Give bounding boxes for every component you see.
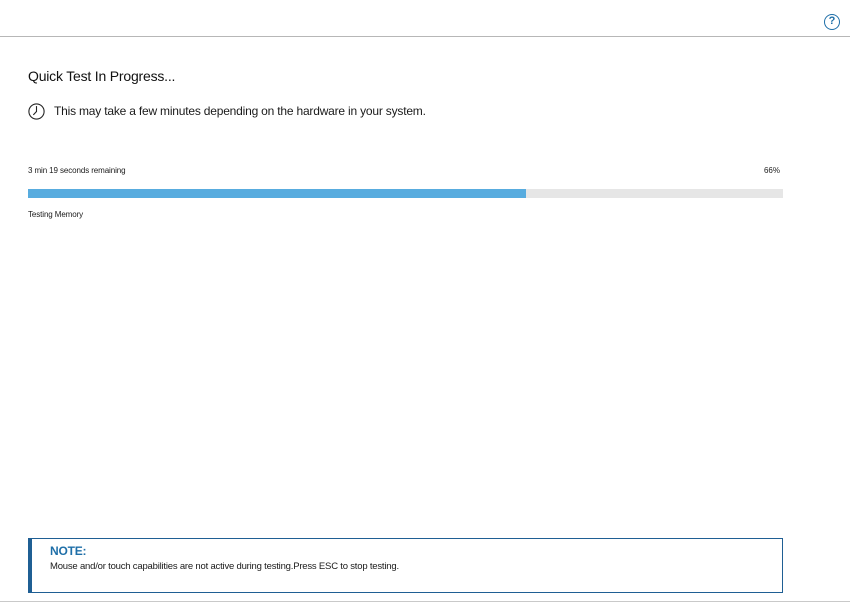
header-bar: ?: [0, 0, 850, 37]
clock-icon: [28, 103, 45, 120]
note-box: NOTE: Mouse and/or touch capabilities ar…: [28, 538, 783, 593]
bottom-divider: [0, 601, 850, 602]
progress-percent-label: 66%: [763, 166, 780, 175]
page-title: Quick Test In Progress...: [28, 68, 176, 84]
time-remaining-label: 3 min 19 seconds remaining: [28, 166, 126, 175]
note-title: NOTE:: [50, 544, 87, 558]
current-test-label: Testing Memory: [28, 210, 84, 219]
progress-bar-fill: [28, 189, 527, 198]
diagnostics-window: ? Quick Test In Progress... This may tak…: [0, 0, 850, 603]
help-question-icon[interactable]: ?: [824, 14, 840, 30]
note-text: Mouse and/or touch capabilities are not …: [50, 561, 399, 572]
subtitle-text: This may take a few minutes depending on…: [54, 104, 426, 118]
progress-bar: [28, 189, 783, 198]
